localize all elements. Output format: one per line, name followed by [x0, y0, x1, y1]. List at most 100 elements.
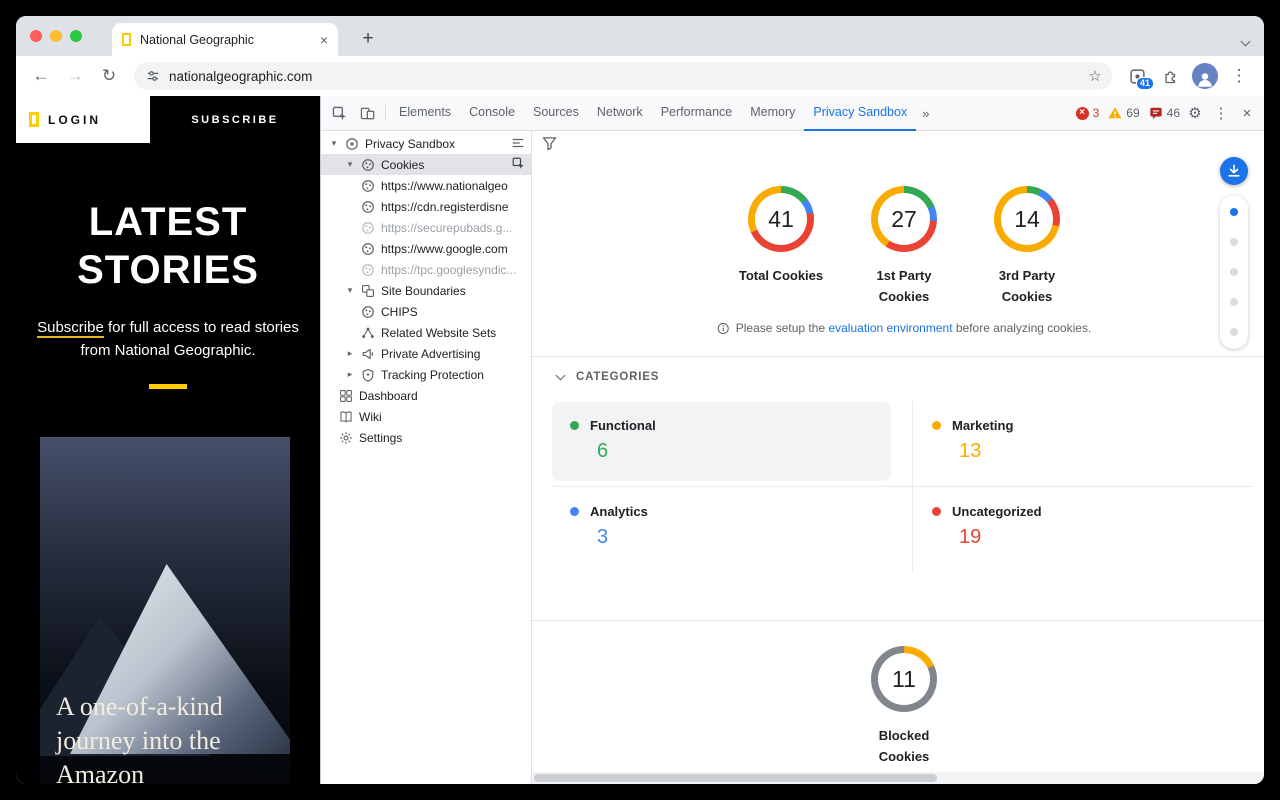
category-analytics[interactable]: Analytics 3: [552, 487, 912, 573]
nav-dot[interactable]: [1230, 298, 1238, 306]
story-title[interactable]: A one-of-a-kind journey into the Amazon: [56, 690, 284, 784]
bookmark-star-icon[interactable]: ☆: [1082, 63, 1108, 89]
tree-item-related-website-sets[interactable]: Related Website Sets: [321, 322, 531, 343]
warning-count-badge[interactable]: 69: [1108, 106, 1139, 120]
tab-console[interactable]: Console: [460, 96, 524, 131]
natgeo-logo[interactable]: [29, 112, 39, 127]
nav-dot[interactable]: [1230, 268, 1238, 276]
login-link[interactable]: LOGIN: [48, 113, 101, 127]
nav-dot-active[interactable]: [1230, 208, 1238, 216]
issues-count-badge[interactable]: 46: [1149, 106, 1180, 120]
tree-item-cookie-url[interactable]: https://securepubads.g...: [321, 217, 531, 238]
expander-icon[interactable]: ▸: [345, 348, 355, 359]
cookie-summary-charts: 41 Total Cookies 27 1st Party Cookies 14…: [748, 186, 1060, 307]
inspect-icon[interactable]: [512, 157, 525, 173]
expander-icon[interactable]: ▾: [345, 159, 355, 170]
expander-icon[interactable]: ▾: [345, 285, 355, 296]
collapse-sidebar-icon[interactable]: [511, 136, 525, 153]
tree-item-private-advertising[interactable]: ▸ Private Advertising: [321, 343, 531, 364]
expander-icon[interactable]: ▸: [345, 369, 355, 380]
tree-item-privacy-sandbox[interactable]: ▾ Privacy Sandbox: [321, 133, 531, 154]
category-functional[interactable]: Functional 6: [552, 401, 912, 487]
nav-dot[interactable]: [1230, 328, 1238, 336]
devtools-close-icon[interactable]: ×: [1234, 100, 1260, 126]
tree-item-cookie-url[interactable]: https://www.nationalgeo: [321, 175, 531, 196]
tree-item-chips[interactable]: CHIPS: [321, 301, 531, 322]
back-button[interactable]: ←: [26, 61, 56, 91]
tab-memory[interactable]: Memory: [741, 96, 804, 131]
tab-sources[interactable]: Sources: [524, 96, 588, 131]
browser-tab[interactable]: National Geographic ×: [112, 23, 338, 56]
forward-button[interactable]: →: [60, 61, 90, 91]
privacy-sandbox-extension-icon[interactable]: 41: [1122, 61, 1152, 91]
inspect-element-icon[interactable]: [325, 99, 353, 127]
devtools-panel: Elements Console Sources Network Perform…: [320, 96, 1264, 784]
horizontal-scrollbar[interactable]: [532, 772, 1264, 784]
natgeo-favicon-icon: [122, 33, 131, 46]
tree-item-cookie-url[interactable]: https://tpc.googlesyndic...: [321, 259, 531, 280]
category-uncategorized[interactable]: Uncategorized 19: [912, 487, 1252, 573]
tree-item-site-boundaries[interactable]: ▾ Site Boundaries: [321, 280, 531, 301]
scrollbar-thumb[interactable]: [534, 774, 937, 782]
browser-menu-icon[interactable]: ⋮: [1224, 61, 1254, 91]
filter-icon[interactable]: [542, 136, 557, 151]
browser-toolbar: ← → ↻ nationalgeographic.com ☆ 41: [16, 56, 1264, 96]
error-count-badge[interactable]: × 3: [1076, 106, 1100, 120]
download-report-button[interactable]: [1220, 157, 1248, 185]
blocked-cookies-section: 11 Blocked Cookies: [871, 646, 937, 767]
private-advertising-icon: [361, 347, 375, 361]
profile-avatar[interactable]: [1192, 63, 1218, 89]
reload-button[interactable]: ↻: [94, 61, 124, 91]
book-icon: [339, 410, 353, 424]
devtools-menu-icon[interactable]: ⋮: [1208, 100, 1234, 126]
url-bar[interactable]: nationalgeographic.com ☆: [134, 62, 1112, 90]
tree-item-tracking-protection[interactable]: ▸ Tracking Protection: [321, 364, 531, 385]
tune-icon[interactable]: [146, 69, 160, 83]
tab-network[interactable]: Network: [588, 96, 652, 131]
tab-search-icon[interactable]: [1242, 32, 1252, 42]
third-party-cookies-value: 14: [1014, 206, 1040, 233]
tab-privacy-sandbox[interactable]: Privacy Sandbox: [804, 96, 916, 131]
devtools-settings-icon[interactable]: ⚙: [1182, 100, 1208, 126]
cookie-icon: [361, 158, 375, 172]
category-color-dot: [570, 507, 579, 516]
category-marketing[interactable]: Marketing 13: [912, 401, 1252, 487]
device-toolbar-icon[interactable]: [353, 99, 381, 127]
tree-item-settings[interactable]: Settings: [321, 427, 531, 448]
privacy-sandbox-tree: ▾ Privacy Sandbox ▾: [321, 131, 532, 784]
section-dot-nav: [1220, 195, 1248, 349]
tree-item-cookie-url[interactable]: https://www.google.com: [321, 238, 531, 259]
warning-icon: [1108, 106, 1122, 120]
evaluation-environment-link[interactable]: evaluation environment: [828, 321, 952, 335]
expander-icon[interactable]: ▾: [329, 138, 339, 149]
site-header: LOGIN SUBSCRIBE: [16, 96, 320, 143]
tree-item-cookie-url[interactable]: https://cdn.registerdisne: [321, 196, 531, 217]
cookie-icon: [361, 200, 375, 214]
tree-item-wiki[interactable]: Wiki: [321, 406, 531, 427]
new-tab-button[interactable]: +: [354, 25, 382, 53]
zoom-window-button[interactable]: [70, 30, 82, 42]
setup-note: Please setup the evaluation environment …: [717, 321, 1092, 335]
download-icon: [1226, 163, 1242, 179]
tree-item-cookies[interactable]: ▾ Cookies: [321, 154, 531, 175]
tab-close-icon[interactable]: ×: [320, 33, 328, 47]
close-window-button[interactable]: [30, 30, 42, 42]
tree-item-dashboard[interactable]: Dashboard: [321, 385, 531, 406]
tab-elements[interactable]: Elements: [390, 96, 460, 131]
tab-title: National Geographic: [140, 33, 311, 47]
more-tabs-icon[interactable]: »: [916, 106, 935, 121]
promo-text: Subscribe for full access to read storie…: [30, 316, 306, 362]
cookie-icon: [361, 263, 375, 277]
nav-dot[interactable]: [1230, 238, 1238, 246]
subscribe-button[interactable]: SUBSCRIBE: [150, 96, 320, 143]
extensions-puzzle-icon[interactable]: [1156, 61, 1186, 91]
subscribe-link[interactable]: Subscribe: [37, 319, 104, 338]
tracking-protection-icon: [361, 368, 375, 382]
total-cookies-value: 41: [768, 206, 794, 233]
minimize-window-button[interactable]: [50, 30, 62, 42]
tab-performance[interactable]: Performance: [652, 96, 742, 131]
webpage: LOGIN SUBSCRIBE LATEST STORIES Subscribe…: [16, 96, 320, 784]
chevron-down-icon: [556, 371, 566, 381]
categories-header[interactable]: CATEGORIES: [557, 371, 659, 383]
third-party-cookies-donut: 14 3rd Party Cookies: [994, 186, 1060, 307]
